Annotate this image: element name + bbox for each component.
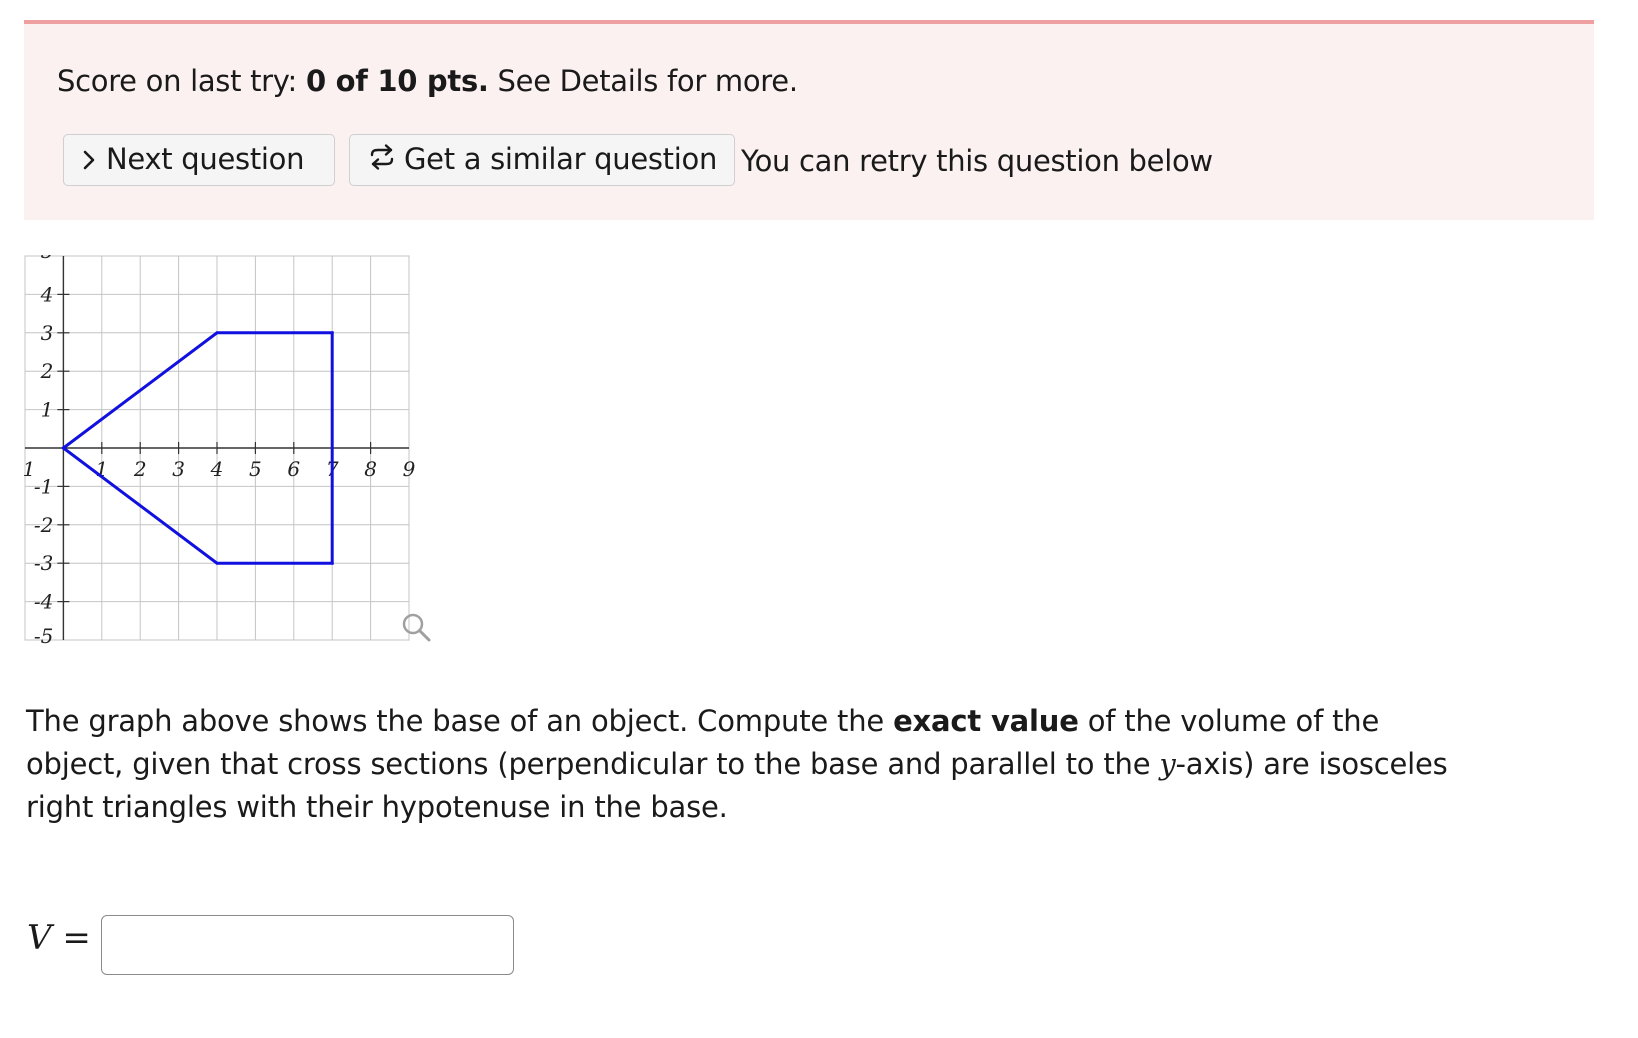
base-graph[interactable]: 112345678954321-1-2-3-4-5 <box>24 255 434 660</box>
y-tick-label: -2 <box>34 513 53 537</box>
x-tick-label: 9 <box>403 457 416 481</box>
data-point <box>215 561 219 565</box>
x-tick-label: 3 <box>172 457 185 481</box>
x-tick-label: 6 <box>287 457 300 481</box>
x-tick-label: 2 <box>133 457 147 481</box>
x-tick-label: 8 <box>364 457 377 481</box>
volume-answer-input[interactable] <box>101 915 514 975</box>
y-tick-label: 3 <box>41 321 54 345</box>
chevron-right-icon <box>80 137 98 186</box>
problem-emphasis: exact value <box>893 704 1079 738</box>
next-question-button[interactable]: Next question <box>63 134 335 186</box>
similar-question-button[interactable]: Get a similar question <box>349 134 735 186</box>
problem-statement: The graph above shows the base of an obj… <box>26 700 1466 829</box>
next-question-label: Next question <box>106 142 305 176</box>
similar-question-label: Get a similar question <box>404 142 718 176</box>
problem-variable: y <box>1159 747 1176 781</box>
y-tick-label: 5 <box>41 255 54 263</box>
data-point <box>215 331 219 335</box>
answer-label: V = <box>27 918 91 958</box>
data-point <box>61 446 65 450</box>
y-tick-label: 1 <box>41 398 54 422</box>
score-banner: Score on last try: 0 of 10 pts. See Deta… <box>24 20 1594 220</box>
y-tick-label: 2 <box>40 359 54 383</box>
score-prefix: Score on last try: <box>57 64 306 98</box>
y-tick-label: -3 <box>34 551 53 575</box>
x-tick-label: 5 <box>249 457 262 481</box>
data-point <box>330 561 334 565</box>
y-tick-label: -4 <box>34 590 53 614</box>
score-summary: Score on last try: 0 of 10 pts. See Deta… <box>57 64 798 98</box>
x-tick-label: 4 <box>210 457 224 481</box>
score-suffix: See Details for more. <box>488 64 799 98</box>
y-tick-label: -1 <box>34 474 53 498</box>
answer-equals: = <box>62 918 91 958</box>
answer-variable: V <box>27 918 52 958</box>
problem-text-1: The graph above shows the base of an obj… <box>26 704 894 738</box>
y-tick-label: -5 <box>34 624 53 648</box>
data-point <box>330 331 334 335</box>
y-tick-label: 4 <box>40 282 54 306</box>
retry-note: You can retry this question below <box>741 144 1213 178</box>
score-value: 0 of 10 pts. <box>305 64 489 98</box>
repeat-icon <box>368 137 396 186</box>
